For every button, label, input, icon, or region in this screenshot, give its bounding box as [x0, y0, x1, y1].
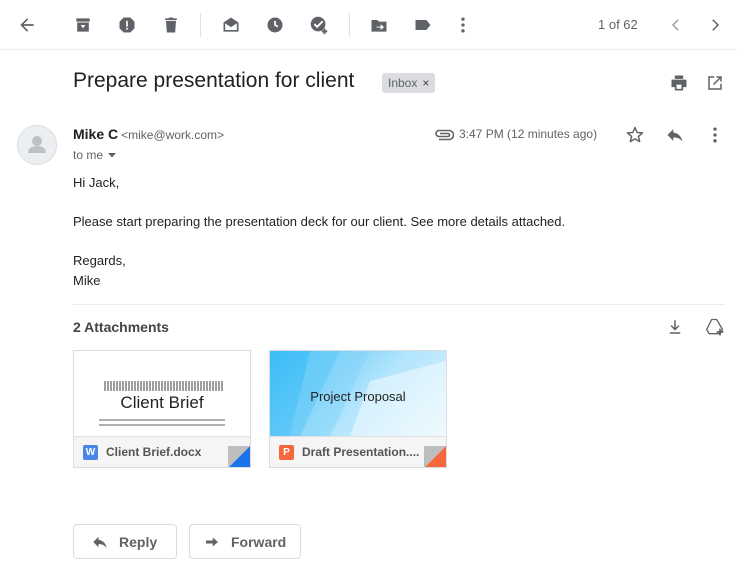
back-arrow-icon[interactable] [15, 13, 39, 37]
attachments-title: 2 Attachments [73, 319, 169, 335]
doc-header-lines [104, 381, 224, 391]
pager-count: 1 of 62 [598, 17, 638, 32]
body-signoff: Regards, [73, 253, 126, 268]
more-vert-icon[interactable] [451, 13, 475, 37]
forward-button[interactable]: Forward [189, 524, 301, 559]
archive-icon[interactable] [71, 13, 95, 37]
caret-down-icon [108, 153, 117, 158]
newer-chevron-icon[interactable] [664, 13, 688, 37]
attachment-card-client-brief[interactable]: Client Brief W Client Brief.docx [73, 350, 251, 468]
attachments-divider [73, 304, 725, 305]
corner-fold-icon [424, 446, 446, 467]
word-doc-icon: W [83, 445, 98, 460]
save-to-drive-icon[interactable] [703, 315, 727, 339]
doc-text-line [99, 424, 225, 426]
star-icon[interactable] [623, 123, 647, 147]
reply-icon[interactable] [663, 123, 687, 147]
sender-email: <mike@work.com> [121, 128, 224, 142]
reply-button-label: Reply [119, 533, 158, 550]
timestamp: 3:47 PM (12 minutes ago) [459, 127, 598, 141]
reply-button[interactable]: Reply [73, 524, 177, 559]
attachment-clip-icon [433, 125, 455, 145]
delete-icon[interactable] [159, 13, 183, 37]
forward-button-label: Forward [231, 533, 287, 550]
sender-name[interactable]: Mike C [73, 126, 118, 142]
body-paragraph: Please start preparing the presentation … [73, 214, 566, 229]
download-all-icon[interactable] [663, 315, 687, 339]
thumbnail-title: Client Brief [120, 393, 204, 412]
add-to-tasks-icon[interactable] [307, 13, 331, 37]
older-chevron-icon[interactable] [703, 13, 727, 37]
recipient-toggle[interactable]: to me [73, 148, 117, 162]
mark-unread-icon[interactable] [219, 13, 243, 37]
snooze-icon[interactable] [263, 13, 287, 37]
open-new-window-icon[interactable] [703, 71, 727, 95]
report-spam-icon[interactable] [115, 13, 139, 37]
attachment-thumbnail: Client Brief [74, 351, 250, 436]
toolbar: 1 of 62 [0, 0, 737, 50]
powerpoint-icon: P [279, 445, 294, 460]
thumbnail-title: Project Proposal [310, 389, 406, 404]
move-to-icon[interactable] [367, 13, 391, 37]
corner-fold-icon [228, 446, 250, 467]
reply-arrow-icon [93, 536, 107, 548]
forward-arrow-icon [206, 537, 218, 546]
attachment-card-draft-presentation[interactable]: Project Proposal P Draft Presentation...… [269, 350, 447, 468]
inbox-label-chip[interactable]: Inbox × [382, 73, 436, 93]
attachment-footer: P Draft Presentation.... [270, 436, 446, 467]
doc-text-line [99, 419, 225, 421]
attachment-filename: Client Brief.docx [106, 445, 202, 459]
recipient-text: to me [73, 148, 104, 162]
avatar[interactable] [17, 125, 57, 165]
labels-icon[interactable] [411, 13, 435, 37]
message-more-icon[interactable] [703, 123, 727, 147]
remove-label-icon[interactable]: × [422, 76, 429, 90]
body-signature: Mike [73, 273, 101, 288]
body-greeting: Hi Jack, [73, 175, 120, 190]
attachment-footer: W Client Brief.docx [74, 436, 250, 467]
print-icon[interactable] [667, 71, 691, 95]
label-text: Inbox [388, 76, 418, 90]
email-subject: Prepare presentation for client [73, 69, 355, 92]
attachment-filename: Draft Presentation.... [302, 445, 420, 459]
sender-line: Mike C <mike@work.com> [73, 126, 224, 142]
attachment-thumbnail: Project Proposal [270, 351, 446, 436]
